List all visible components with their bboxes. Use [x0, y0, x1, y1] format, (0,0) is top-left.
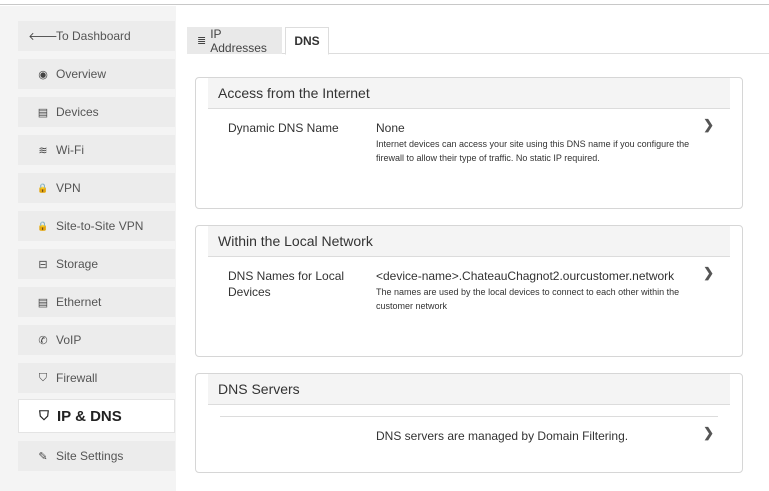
- section-internet-access: Access from the Internet Dynamic DNS Nam…: [195, 77, 743, 209]
- sidebar-item-label: VoIP: [56, 333, 82, 347]
- tab-label: DNS: [294, 34, 320, 48]
- phone-icon: ✆: [38, 334, 48, 347]
- tab-bar: ≣ IP Addresses DNS: [187, 26, 769, 55]
- sidebar-item-vpn[interactable]: 🔒 VPN: [18, 173, 175, 203]
- sidebar-item-label: Site Settings: [56, 449, 124, 463]
- section-dns-servers: DNS Servers DNS servers are managed by D…: [195, 373, 743, 473]
- local-dns-names-row[interactable]: DNS Names for Local Devices <device-name…: [220, 256, 718, 346]
- sidebar-item-label: VPN: [56, 181, 81, 195]
- sidebar-item-label: Storage: [56, 257, 99, 271]
- sidebar-item-voip[interactable]: ✆ VoIP: [18, 325, 175, 355]
- top-border: [0, 0, 769, 5]
- chevron-right-icon: ❯: [703, 265, 714, 280]
- sidebar: 🡐 To Dashboard ◉ Overview ▤ Devices ≋ Wi…: [0, 6, 176, 491]
- list-icon: ≣: [197, 35, 207, 47]
- shield-icon: ⛉: [38, 371, 48, 384]
- sidebar-item-wifi[interactable]: ≋ Wi-Fi: [18, 135, 175, 165]
- row-label: DNS Names for Local Devices: [228, 269, 345, 299]
- sidebar-item-label: IP & DNS: [57, 407, 122, 425]
- sidebar-item-ip-dns[interactable]: ⛉ IP & DNS: [18, 399, 175, 433]
- row-value: None: [376, 121, 405, 135]
- shield-icon: ⛉: [39, 408, 49, 423]
- sidebar-item-label: Wi-Fi: [56, 143, 84, 157]
- devices-icon: ▤: [37, 106, 49, 119]
- chevron-right-icon: ❯: [703, 425, 714, 440]
- arrow-left-icon: 🡐: [28, 31, 58, 43]
- sidebar-item-site-to-site-vpn[interactable]: 🔒 Site-to-Site VPN: [18, 211, 175, 241]
- edit-icon: ✎: [38, 450, 48, 463]
- sidebar-item-label: Ethernet: [56, 295, 102, 309]
- tab-ip-addresses[interactable]: ≣ IP Addresses: [187, 26, 282, 55]
- sidebar-item-label: Site-to-Site VPN: [56, 219, 144, 233]
- lock-icon: 🔒: [37, 220, 49, 231]
- sidebar-item-label: Firewall: [56, 371, 98, 385]
- tab-dns[interactable]: DNS: [285, 27, 329, 55]
- section-title: Within the Local Network: [208, 226, 730, 257]
- storage-icon: ⊟: [38, 258, 48, 271]
- row-description: Internet devices can access your site us…: [376, 139, 690, 163]
- sidebar-item-devices[interactable]: ▤ Devices: [18, 97, 175, 127]
- sidebar-item-ethernet[interactable]: ▤ Ethernet: [18, 287, 175, 317]
- chevron-right-icon: ❯: [703, 117, 714, 132]
- dns-servers-row[interactable]: DNS servers are managed by Domain Filter…: [220, 416, 718, 466]
- eye-icon: ◉: [38, 68, 48, 81]
- row-description: The names are used by the local devices …: [376, 287, 680, 311]
- section-title: DNS Servers: [208, 374, 730, 405]
- sidebar-item-overview[interactable]: ◉ Overview: [18, 59, 175, 89]
- ethernet-icon: ▤: [37, 296, 49, 309]
- section-local-network: Within the Local Network DNS Names for L…: [195, 225, 743, 357]
- sidebar-item-label: Devices: [56, 105, 99, 119]
- sidebar-item-to-dashboard[interactable]: 🡐 To Dashboard: [18, 21, 175, 51]
- dynamic-dns-row[interactable]: Dynamic DNS Name None Internet devices c…: [220, 108, 718, 198]
- sidebar-item-label: To Dashboard: [56, 29, 131, 43]
- sidebar-item-firewall[interactable]: ⛉ Firewall: [18, 363, 175, 393]
- sidebar-item-site-settings[interactable]: ✎ Site Settings: [18, 441, 175, 471]
- section-title: Access from the Internet: [208, 78, 730, 109]
- lock-icon: 🔒: [37, 182, 49, 193]
- sidebar-item-storage[interactable]: ⊟ Storage: [18, 249, 175, 279]
- tab-label: IP Addresses: [210, 26, 267, 55]
- row-label: Dynamic DNS Name: [228, 121, 339, 135]
- wifi-icon: ≋: [38, 144, 48, 157]
- row-value: <device-name>.ChateauChagnot2.ourcustome…: [376, 269, 675, 283]
- sidebar-item-label: Overview: [56, 67, 107, 81]
- row-value: DNS servers are managed by Domain Filter…: [376, 429, 629, 443]
